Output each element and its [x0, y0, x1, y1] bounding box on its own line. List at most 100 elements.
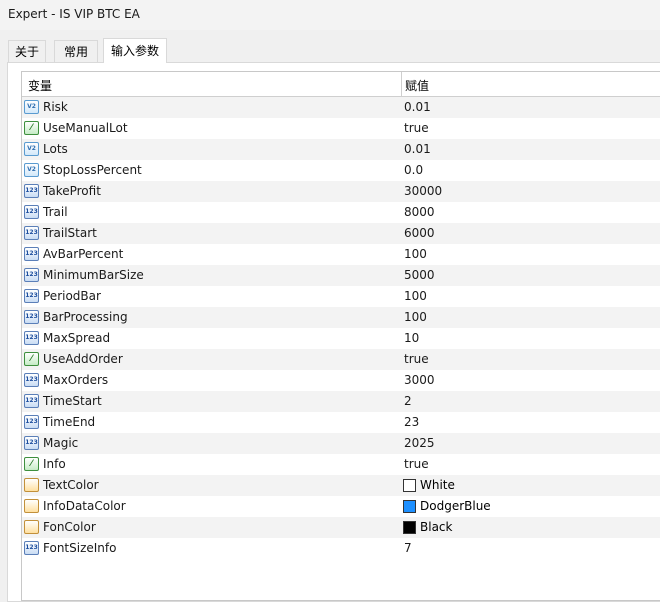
- window-title: Expert - IS VIP BTC EA: [8, 7, 140, 21]
- param-name: Magic: [43, 436, 79, 450]
- double-type-icon: V2: [24, 163, 39, 177]
- int-type-icon: 123: [24, 289, 39, 303]
- table-row[interactable]: TextColor White: [22, 475, 660, 496]
- param-name: BarProcessing: [43, 310, 128, 324]
- color-swatch[interactable]: [403, 521, 416, 534]
- param-value[interactable]: 30000: [404, 184, 442, 198]
- param-name: AvBarPercent: [43, 247, 124, 261]
- table-row[interactable]: 123 MaxSpread 10: [22, 328, 660, 349]
- bool-type-icon: ⁄: [24, 457, 39, 471]
- param-value[interactable]: DodgerBlue: [420, 499, 491, 513]
- param-name: UseManualLot: [43, 121, 128, 135]
- int-type-icon: 123: [24, 373, 39, 387]
- bool-type-icon: ⁄: [24, 121, 39, 135]
- param-name: StopLossPercent: [43, 163, 142, 177]
- param-name: InfoDataColor: [43, 499, 126, 513]
- color-type-icon: [24, 478, 39, 492]
- param-name: PeriodBar: [43, 289, 101, 303]
- color-swatch[interactable]: [403, 479, 416, 492]
- param-value[interactable]: 8000: [404, 205, 435, 219]
- param-name: FontSizeInfo: [43, 541, 117, 555]
- int-type-icon: 123: [24, 268, 39, 282]
- param-name: MaxSpread: [43, 331, 111, 345]
- int-type-icon: 123: [24, 331, 39, 345]
- table-row[interactable]: 123 TimeEnd 23: [22, 412, 660, 433]
- param-name: Lots: [43, 142, 68, 156]
- tab-common[interactable]: 常用: [54, 40, 98, 62]
- table-row[interactable]: 123 TakeProfit 30000: [22, 181, 660, 202]
- param-value[interactable]: true: [404, 457, 429, 471]
- param-name: MinimumBarSize: [43, 268, 144, 282]
- table-row[interactable]: V2 StopLossPercent 0.0: [22, 160, 660, 181]
- int-type-icon: 123: [24, 394, 39, 408]
- param-name: TextColor: [43, 478, 99, 492]
- param-value[interactable]: White: [420, 478, 455, 492]
- param-name: MaxOrders: [43, 373, 109, 387]
- param-value[interactable]: 100: [404, 247, 427, 261]
- param-value[interactable]: 6000: [404, 226, 435, 240]
- param-name: Info: [43, 457, 66, 471]
- tab-inputs[interactable]: 输入参数: [103, 38, 167, 63]
- table-row[interactable]: ⁄ Info true: [22, 454, 660, 475]
- table-row[interactable]: 123 Trail 8000: [22, 202, 660, 223]
- table-row[interactable]: 123 Magic 2025: [22, 433, 660, 454]
- tab-about[interactable]: 关于: [8, 40, 46, 62]
- int-type-icon: 123: [24, 247, 39, 261]
- bool-type-icon: ⁄: [24, 352, 39, 366]
- param-value[interactable]: 0.0: [404, 163, 423, 177]
- table-row[interactable]: InfoDataColor DodgerBlue: [22, 496, 660, 517]
- int-type-icon: 123: [24, 415, 39, 429]
- inputs-panel: 变量 赋值 V2 Risk 0.01 ⁄ UseManualLot true V2 Lots 0…: [7, 62, 660, 602]
- int-type-icon: 123: [24, 541, 39, 555]
- param-value[interactable]: 10: [404, 331, 419, 345]
- column-value[interactable]: 赋值: [405, 77, 429, 94]
- int-type-icon: 123: [24, 310, 39, 324]
- tab-bar: 关于 常用 输入参数: [0, 38, 660, 63]
- int-type-icon: 123: [24, 436, 39, 450]
- param-value[interactable]: 100: [404, 289, 427, 303]
- param-value[interactable]: 100: [404, 310, 427, 324]
- int-type-icon: 123: [24, 184, 39, 198]
- color-type-icon: [24, 499, 39, 513]
- int-type-icon: 123: [24, 226, 39, 240]
- table-row[interactable]: 123 FontSizeInfo 7: [22, 538, 660, 559]
- int-type-icon: 123: [24, 205, 39, 219]
- table-row[interactable]: 123 BarProcessing 100: [22, 307, 660, 328]
- title-bar: Expert - IS VIP BTC EA: [0, 0, 660, 30]
- param-value[interactable]: true: [404, 121, 429, 135]
- param-value[interactable]: 0.01: [404, 142, 431, 156]
- param-value[interactable]: 23: [404, 415, 419, 429]
- table-row[interactable]: FonColor Black: [22, 517, 660, 538]
- param-value[interactable]: 2025: [404, 436, 435, 450]
- param-value[interactable]: true: [404, 352, 429, 366]
- table-row[interactable]: 123 TimeStart 2: [22, 391, 660, 412]
- param-value[interactable]: 7: [404, 541, 412, 555]
- table-row[interactable]: 123 PeriodBar 100: [22, 286, 660, 307]
- param-name: TrailStart: [43, 226, 97, 240]
- double-type-icon: V2: [24, 100, 39, 114]
- color-swatch[interactable]: [403, 500, 416, 513]
- param-name: TimeStart: [43, 394, 102, 408]
- param-name: FonColor: [43, 520, 96, 534]
- table-row[interactable]: 123 MinimumBarSize 5000: [22, 265, 660, 286]
- param-value[interactable]: 0.01: [404, 100, 431, 114]
- param-value[interactable]: 2: [404, 394, 412, 408]
- table-row[interactable]: ⁄ UseManualLot true: [22, 118, 660, 139]
- table-row[interactable]: V2 Risk 0.01: [22, 97, 660, 118]
- column-divider[interactable]: [401, 72, 402, 96]
- param-value[interactable]: Black: [420, 520, 452, 534]
- table-row[interactable]: 123 TrailStart 6000: [22, 223, 660, 244]
- table-row[interactable]: V2 Lots 0.01: [22, 139, 660, 160]
- table-row[interactable]: ⁄ UseAddOrder true: [22, 349, 660, 370]
- color-type-icon: [24, 520, 39, 534]
- param-name: TakeProfit: [43, 184, 101, 198]
- parameters-table[interactable]: 变量 赋值 V2 Risk 0.01 ⁄ UseManualLot true V2 Lots 0…: [21, 71, 660, 601]
- param-name: UseAddOrder: [43, 352, 123, 366]
- param-name: Trail: [43, 205, 68, 219]
- param-name: TimeEnd: [43, 415, 96, 429]
- table-row[interactable]: 123 AvBarPercent 100: [22, 244, 660, 265]
- param-value[interactable]: 3000: [404, 373, 435, 387]
- column-variable[interactable]: 变量: [28, 77, 52, 94]
- table-row[interactable]: 123 MaxOrders 3000: [22, 370, 660, 391]
- param-value[interactable]: 5000: [404, 268, 435, 282]
